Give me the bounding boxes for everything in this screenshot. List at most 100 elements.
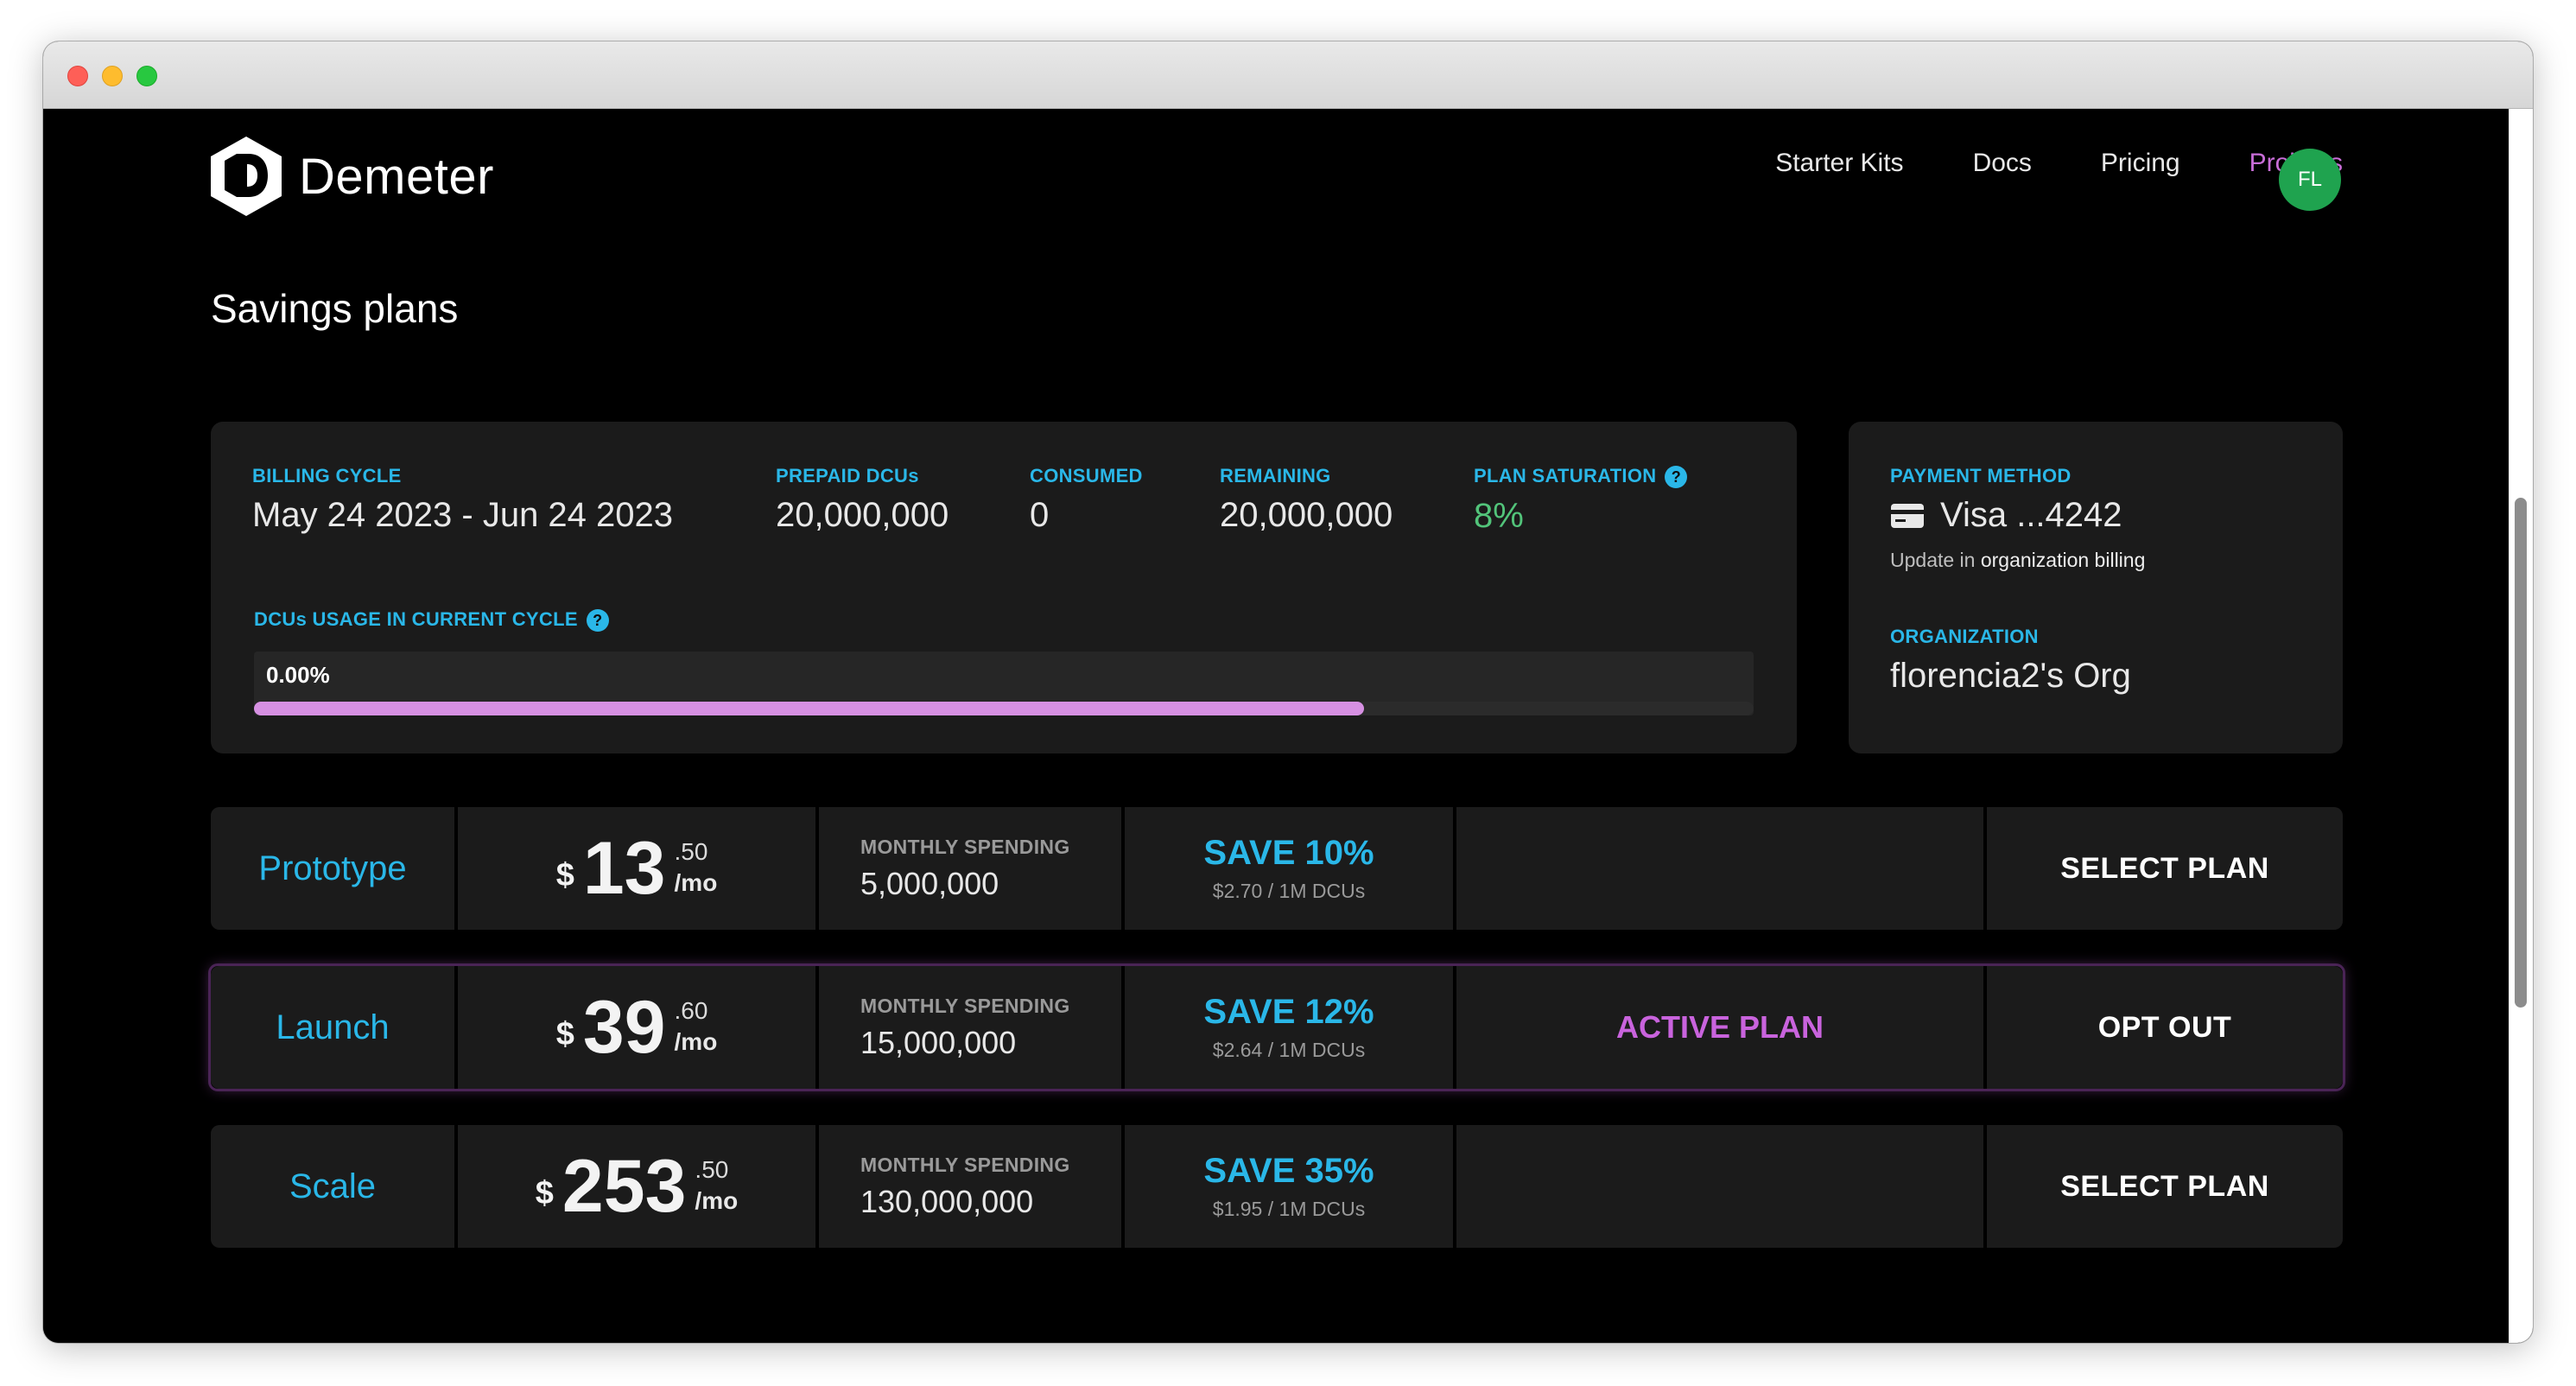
monthly-spending-label: MONTHLY SPENDING: [860, 835, 1070, 858]
price-period: /mo: [695, 1187, 739, 1214]
consumed-stat: CONSUMED 0: [1030, 465, 1143, 535]
price-period: /mo: [674, 1028, 718, 1055]
billing-cycle-label: BILLING CYCLE: [252, 465, 402, 486]
plan-row-scale: Scale $ 253 .50/mo MONTHLY SPENDING 130,…: [211, 1125, 2343, 1248]
price-integer: 13: [582, 827, 666, 910]
monthly-spending-label: MONTHLY SPENDING: [860, 994, 1070, 1017]
usage-label: DCUs USAGE IN CURRENT CYCLE: [254, 608, 578, 630]
maximize-window-button[interactable]: [136, 66, 157, 86]
prepaid-stat: PREPAID DCUs 20,000,000: [776, 465, 949, 535]
minimize-window-button[interactable]: [102, 66, 123, 86]
savings-cell: SAVE 12% $2.64 / 1M DCUs: [1125, 966, 1453, 1089]
billing-summary-card: BILLING CYCLE May 24 2023 - Jun 24 2023 …: [211, 422, 1797, 753]
price-integer: 39: [582, 986, 666, 1069]
saturation-value: 8%: [1474, 497, 1524, 536]
plan-name-cell: Prototype: [211, 807, 454, 930]
savings-percent: SAVE 35%: [1203, 1152, 1374, 1190]
plan-name: Prototype: [258, 849, 407, 887]
price-currency: $: [535, 1175, 554, 1211]
organization: ORGANIZATION florencia2's Org: [1890, 626, 2131, 696]
plan-row-launch: Launch $ 39 .60/mo MONTHLY SPENDING 15,0…: [208, 963, 2345, 1091]
close-window-button[interactable]: [67, 66, 88, 86]
plan-price-cell: $ 13 .50/mo: [458, 807, 815, 930]
price-currency: $: [555, 857, 574, 893]
monthly-spending-value: 15,000,000: [860, 1024, 1017, 1060]
plan-row-prototype: Prototype $ 13 .50/mo MONTHLY SPENDING 5…: [211, 807, 2343, 930]
monthly-spending-label: MONTHLY SPENDING: [860, 1153, 1070, 1176]
plan-price-cell: $ 39 .60/mo: [458, 966, 815, 1089]
prepaid-value: 20,000,000: [776, 496, 949, 534]
price-currency: $: [555, 1016, 574, 1052]
plan-price: $ 39 .60/mo: [556, 990, 718, 1065]
savings-rate: $2.64 / 1M DCUs: [1212, 1039, 1366, 1061]
logo-text: Demeter: [299, 148, 494, 205]
page-viewport: Demeter Starter Kits Docs Pricing Projec…: [43, 109, 2533, 1343]
organization-value: florencia2's Org: [1890, 657, 2131, 695]
plan-name: Scale: [289, 1167, 377, 1205]
select-plan-label: SELECT PLAN: [2060, 1169, 2269, 1203]
payment-card: PAYMENT METHOD Visa ...4242 Update in or…: [1849, 422, 2343, 753]
savings-percent: SAVE 12%: [1203, 993, 1374, 1031]
savings-cell: SAVE 35% $1.95 / 1M DCUs: [1125, 1125, 1453, 1248]
select-plan-button[interactable]: SELECT PLAN: [1987, 807, 2343, 930]
monthly-spending-cell: MONTHLY SPENDING 130,000,000: [819, 1125, 1121, 1248]
savings-rate: $2.70 / 1M DCUs: [1212, 880, 1366, 902]
scrollbar-thumb[interactable]: [2515, 498, 2527, 1008]
help-icon[interactable]: ?: [1665, 466, 1688, 489]
credit-card-icon: [1891, 503, 1924, 528]
update-prefix: Update in: [1890, 549, 1976, 571]
opt-out-label: OPT OUT: [2097, 1010, 2232, 1044]
plan-name-cell: Scale: [211, 1125, 454, 1248]
savings-cell: SAVE 10% $2.70 / 1M DCUs: [1125, 807, 1453, 930]
logo[interactable]: Demeter: [209, 135, 494, 218]
price-integer: 253: [562, 1145, 687, 1228]
select-plan-button[interactable]: SELECT PLAN: [1987, 1125, 2343, 1248]
plan-price: $ 13 .50/mo: [556, 831, 718, 906]
price-cents: .50: [674, 838, 708, 865]
plan-name: Launch: [276, 1008, 390, 1046]
demeter-logo-icon: [211, 137, 282, 216]
opt-out-button[interactable]: OPT OUT: [1987, 966, 2343, 1089]
savings-percent: SAVE 10%: [1203, 834, 1374, 872]
remaining-value: 20,000,000: [1220, 496, 1393, 534]
plan-price-cell: $ 253 .50/mo: [458, 1125, 815, 1248]
plan-status-cell: ACTIVE PLAN: [1456, 966, 1983, 1089]
organization-label: ORGANIZATION: [1890, 626, 2039, 647]
saturation-stat: PLAN SATURATION? 8%: [1474, 465, 1688, 536]
main-nav: Starter Kits Docs Pricing Projects: [1775, 149, 2343, 178]
window-titlebar: [43, 41, 2533, 109]
price-cents: .60: [674, 997, 708, 1024]
nav-docs[interactable]: Docs: [1973, 149, 2032, 178]
page-title: Savings plans: [211, 286, 459, 331]
plan-name-cell: Launch: [211, 966, 454, 1089]
saturation-label-row: PLAN SATURATION?: [1474, 465, 1688, 489]
avatar[interactable]: FL: [2279, 149, 2341, 211]
saturation-label: PLAN SATURATION: [1474, 465, 1657, 486]
organization-billing-link[interactable]: organization billing: [1981, 549, 2146, 571]
usage-fill: [254, 702, 1364, 715]
usage-label-row: DCUs USAGE IN CURRENT CYCLE?: [254, 608, 609, 633]
active-plan-badge: ACTIVE PLAN: [1615, 1009, 1824, 1045]
remaining-stat: REMAINING 20,000,000: [1220, 465, 1393, 535]
price-cents: .50: [695, 1156, 729, 1183]
payment-method-value: Visa ...4242: [1940, 496, 2122, 534]
help-icon[interactable]: ?: [586, 609, 609, 633]
remaining-label: REMAINING: [1220, 465, 1331, 486]
vertical-scrollbar[interactable]: [2509, 109, 2533, 1343]
price-period: /mo: [674, 869, 718, 896]
consumed-label: CONSUMED: [1030, 465, 1143, 486]
savings-rate: $1.95 / 1M DCUs: [1212, 1198, 1366, 1220]
nav-pricing[interactable]: Pricing: [2101, 149, 2180, 178]
payment-method-row: Visa ...4242: [1890, 496, 2145, 535]
monthly-spending-value: 130,000,000: [860, 1183, 1034, 1219]
monthly-spending-cell: MONTHLY SPENDING 15,000,000: [819, 966, 1121, 1089]
update-billing-note: Update in organization billing: [1890, 549, 2145, 572]
select-plan-label: SELECT PLAN: [2060, 851, 2269, 885]
nav-starter-kits[interactable]: Starter Kits: [1775, 149, 1903, 178]
prepaid-label: PREPAID DCUs: [776, 465, 919, 486]
plan-price: $ 253 .50/mo: [536, 1149, 738, 1224]
billing-cycle-value: May 24 2023 - Jun 24 2023: [252, 496, 674, 534]
plan-status-cell: [1456, 1125, 1983, 1248]
billing-cycle-stat: BILLING CYCLE May 24 2023 - Jun 24 2023: [252, 465, 673, 535]
monthly-spending-cell: MONTHLY SPENDING 5,000,000: [819, 807, 1121, 930]
